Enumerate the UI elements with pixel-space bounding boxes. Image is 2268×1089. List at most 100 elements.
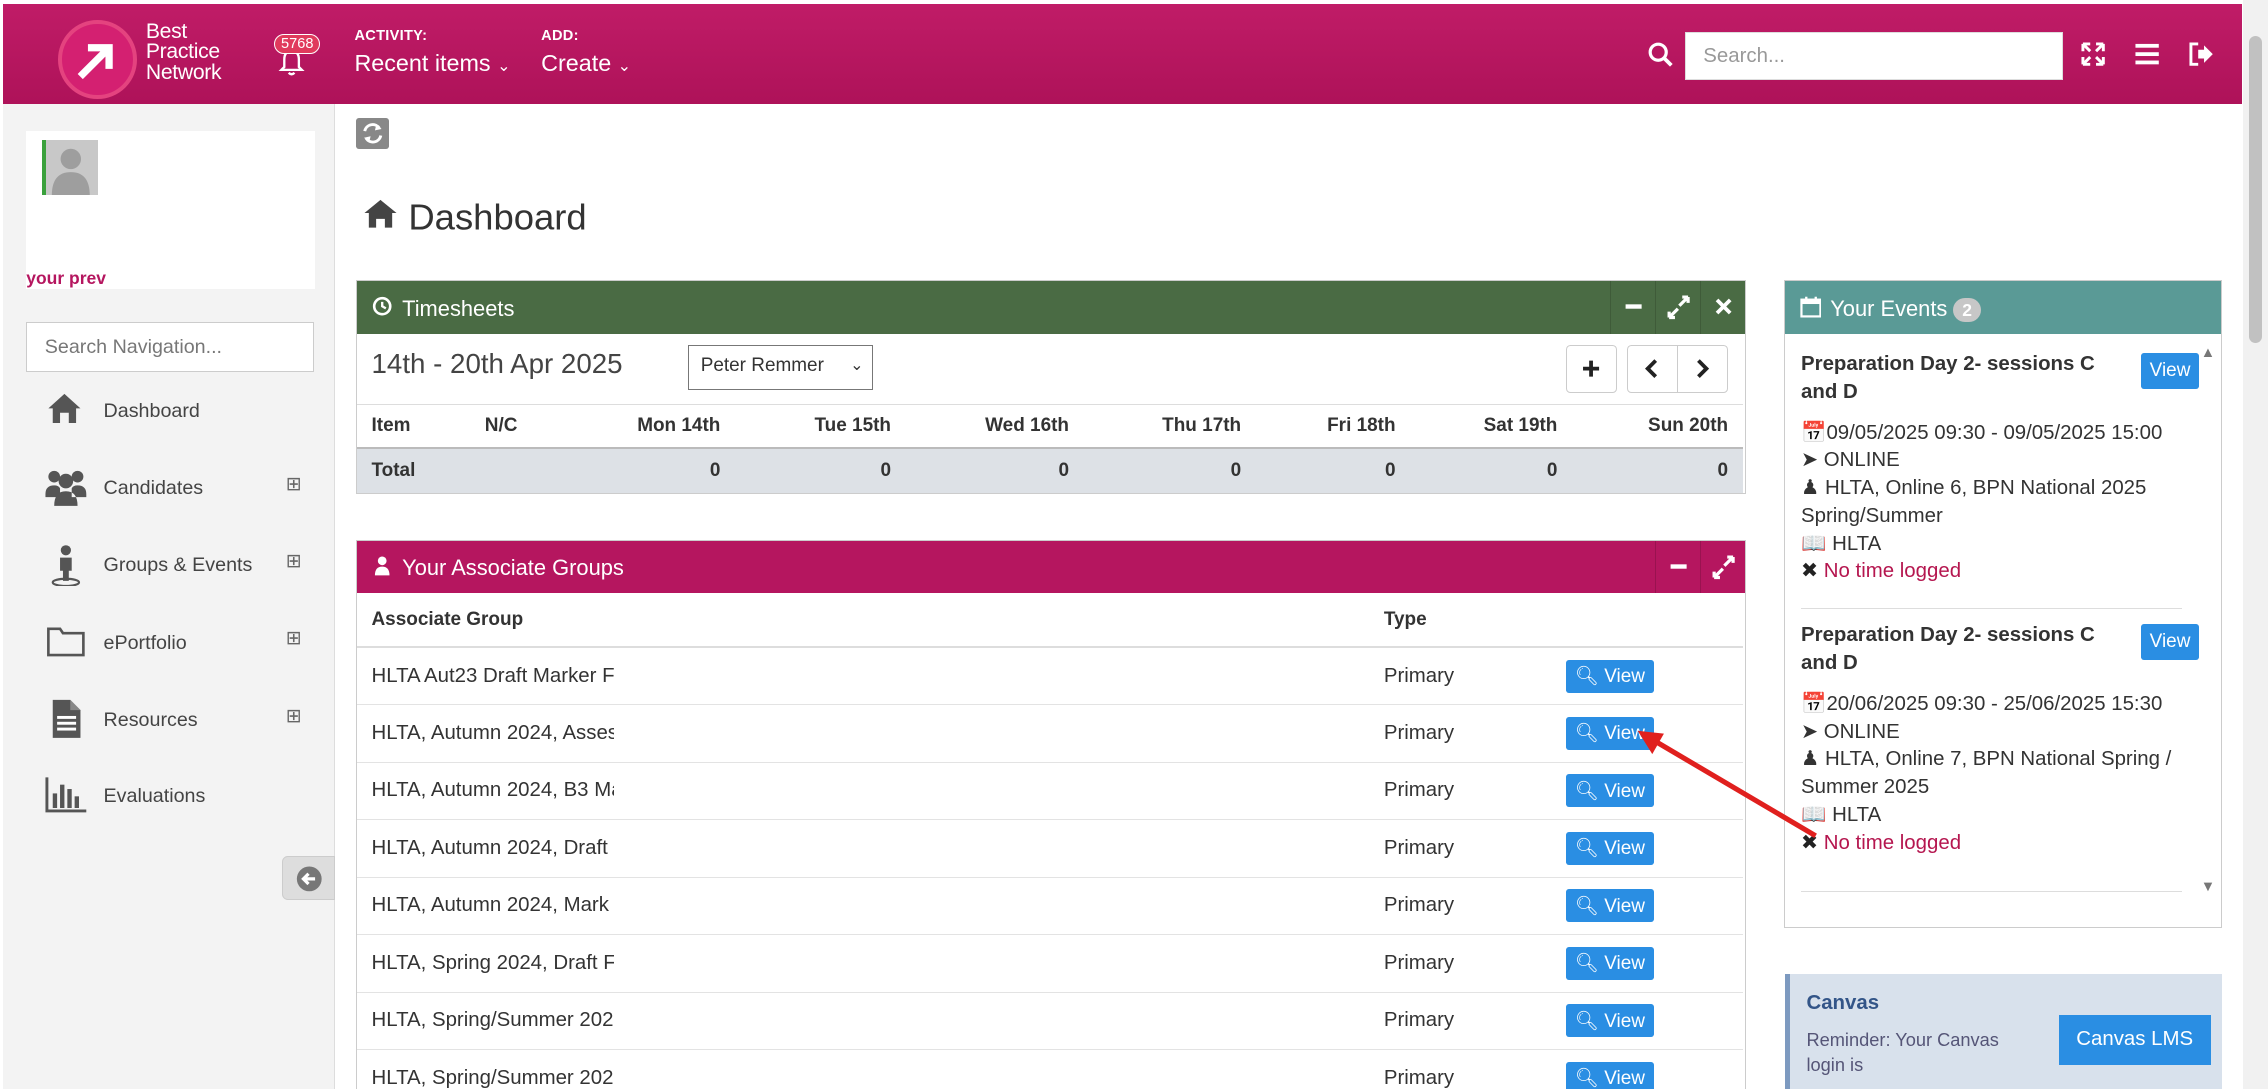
events-scroll-up-icon[interactable]: ▲ <box>2201 345 2215 361</box>
total-cell: 0 <box>905 446 1084 494</box>
sidebar-item-dashboard[interactable]: Dashboard <box>44 388 307 432</box>
expand-plus-icon[interactable]: ⊞ <box>286 627 302 650</box>
event-time-status: ✖ No time logged <box>1801 830 2182 858</box>
event-title[interactable]: Preparation Day 2- sessions C and D <box>1801 622 2107 677</box>
group-type-cell: Primary <box>1369 647 1552 706</box>
view-group-button[interactable]: 🔍︎ View <box>1566 1004 1654 1038</box>
search-icon[interactable] <box>1648 42 1674 74</box>
view-group-button[interactable]: 🔍︎ View <box>1566 946 1654 980</box>
event-time-status-text: No time logged <box>1823 560 1962 583</box>
table-row: HLTA, Spring/Summer 202 Primary 🔍︎ View <box>356 992 1743 1050</box>
collapse-sidebar-button[interactable] <box>281 856 336 900</box>
canvas-lms-button[interactable]: Canvas LMS <box>2058 1015 2211 1065</box>
notification-badge[interactable]: 5768 <box>274 33 321 55</box>
group-type-cell: Primary <box>1369 1049 1552 1089</box>
total-cell: 0 <box>1410 446 1572 494</box>
sidebar: your prev Search Navigation... Dashboard… <box>2 103 336 1089</box>
event-view-button[interactable]: View <box>2140 623 2200 661</box>
canvas-card: Canvas Reminder: Your Canvas login is Ca… <box>1785 974 2222 1089</box>
event-view-button[interactable]: View <box>2140 352 2200 389</box>
add-menu[interactable]: ADD: Create ⌄ <box>541 28 631 77</box>
timesheet-header-row: Item N/C Mon 14th Tue 15th Wed 16th Thu … <box>356 403 1743 448</box>
column-header: Fri 18th <box>1255 403 1411 448</box>
event-course-text: HLTA <box>1832 803 1882 826</box>
group-action-cell: 🔍︎ View <box>1551 992 1743 1050</box>
sidebar-item-candidates[interactable]: Candidates ⊞ <box>44 465 307 509</box>
group-type-cell: Primary <box>1369 934 1552 993</box>
person-select[interactable]: Peter Remmer ⌄ <box>688 345 874 391</box>
view-group-button[interactable]: 🔍︎ View <box>1566 889 1654 923</box>
column-header: Sat 19th <box>1410 403 1572 448</box>
minus-icon <box>1625 304 1642 309</box>
close-button[interactable] <box>1700 281 1745 334</box>
group-name: HLTA, Spring/Summer 202 <box>371 1009 614 1032</box>
event-item: Preparation Day 2- sessions C and D View… <box>1801 622 2200 892</box>
total-nc-cell <box>470 446 574 494</box>
minimize-button[interactable] <box>1655 540 1700 594</box>
search-icon: 🔍︎ <box>1574 953 1599 975</box>
activity-value: Recent items <box>354 49 491 76</box>
table-row: HLTA, Autumn 2024, Mark Primary 🔍︎ View <box>356 877 1743 936</box>
column-header: Mon 14th <box>573 403 735 448</box>
sidebar-item-evaluations[interactable]: Evaluations <box>44 773 307 817</box>
add-timesheet-button[interactable] <box>1566 345 1618 394</box>
view-group-button[interactable]: 🔍︎ View <box>1566 1061 1654 1089</box>
expand-button[interactable] <box>1655 281 1700 334</box>
timesheets-header: Timesheets <box>356 281 1746 334</box>
search-icon: 🔍︎ <box>1574 1010 1599 1032</box>
person-pin-icon <box>44 543 91 587</box>
refresh-button[interactable] <box>355 118 390 149</box>
events-scroll-down-icon[interactable]: ▼ <box>2201 879 2215 895</box>
total-label: Total <box>356 446 471 494</box>
refresh-icon <box>363 123 383 144</box>
document-icon <box>44 697 91 741</box>
scrollbar-thumb[interactable] <box>2249 36 2263 343</box>
events-count-badge: 2 <box>1953 298 1981 323</box>
logo-icon[interactable] <box>58 20 138 100</box>
page-scrollbar[interactable] <box>2243 0 2268 1089</box>
group-type-cell: Primary <box>1369 992 1552 1050</box>
event-title[interactable]: Preparation Day 2- sessions C and D <box>1801 351 2107 406</box>
table-row: HLTA, Autumn 2024, B3 Ma Primary 🔍︎ View <box>356 762 1743 821</box>
total-cell: 0 <box>734 446 906 494</box>
location-arrow-icon: ➤ <box>1801 449 1819 472</box>
expand-button[interactable] <box>1700 540 1745 594</box>
expand-plus-icon[interactable]: ⊞ <box>286 705 302 728</box>
next-week-button[interactable] <box>1677 345 1729 394</box>
chevron-right-icon <box>1697 359 1710 379</box>
events-title: Your Events 2 <box>1830 296 1981 323</box>
group-type-cell: Primary <box>1369 877 1552 936</box>
logo-line-1: Best <box>145 19 187 43</box>
previous-week-button[interactable] <box>1627 345 1679 394</box>
sidebar-item-resources[interactable]: Resources ⊞ <box>44 697 307 741</box>
column-header: Type <box>1369 593 1552 649</box>
events-list[interactable]: Preparation Day 2- sessions C and D View… <box>1785 334 2221 925</box>
nav-search-input[interactable]: Search Navigation... <box>26 322 314 372</box>
logout-icon[interactable] <box>2188 41 2214 73</box>
group-name-cell: HLTA, Spring/Summer 202 <box>356 1049 1370 1089</box>
activity-menu[interactable]: ACTIVITY: Recent items ⌄ <box>354 28 510 77</box>
avatar[interactable] <box>42 140 98 196</box>
minimize-button[interactable] <box>1609 281 1655 334</box>
clock-icon <box>372 296 392 322</box>
view-label: View <box>1604 1010 1645 1032</box>
activity-caption: ACTIVITY: <box>354 27 428 44</box>
view-group-button[interactable]: 🔍︎ View <box>1566 659 1654 693</box>
group-action-cell: 🔍︎ View <box>1551 1049 1743 1089</box>
timesheets-title: Timesheets <box>402 295 515 321</box>
expand-plus-icon[interactable]: ⊞ <box>286 550 302 573</box>
logo-line-3: Network <box>145 60 222 84</box>
close-icon <box>1716 298 1732 315</box>
menu-icon[interactable] <box>2134 41 2160 73</box>
event-location: ➤ ONLINE <box>1801 447 2182 475</box>
table-row: HLTA Aut23 Draft Marker F Primary 🔍︎ View <box>356 647 1743 706</box>
global-search-input[interactable]: Search... <box>1684 32 2063 81</box>
group-name-cell: HLTA, Spring 2024, Draft F <box>356 934 1370 993</box>
chevron-down-icon: ⌄ <box>850 355 864 374</box>
table-row: HLTA, Autumn 2024, Asses Primary 🔍︎ View <box>356 704 1743 763</box>
fullscreen-icon[interactable] <box>2080 41 2106 73</box>
sidebar-item-groups-events[interactable]: Groups & Events ⊞ <box>44 543 307 587</box>
sidebar-item-eportfolio[interactable]: ePortfolio ⊞ <box>44 620 307 664</box>
table-row: HLTA, Spring 2024, Draft F Primary 🔍︎ View <box>356 934 1743 993</box>
expand-plus-icon[interactable]: ⊞ <box>286 473 302 496</box>
